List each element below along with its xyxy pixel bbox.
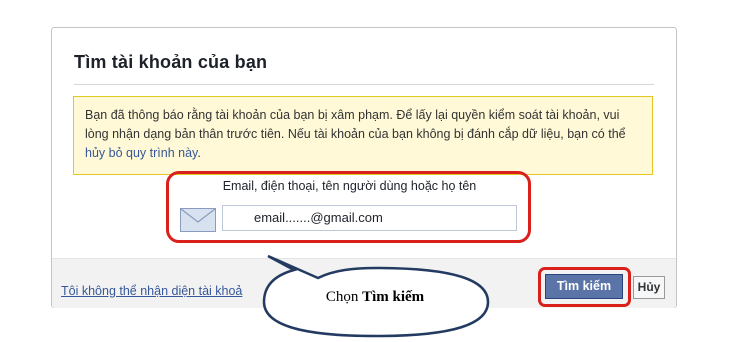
title-divider: [74, 84, 654, 85]
notice-box: Bạn đã thông báo rằng tài khoản của bạn …: [73, 96, 653, 175]
notice-end: .: [197, 146, 201, 160]
cancel-button[interactable]: Hủy: [633, 276, 665, 299]
notice-text: Bạn đã thông báo rằng tài khoản của bạn …: [85, 108, 626, 141]
search-button[interactable]: Tìm kiếm: [545, 274, 623, 299]
cant-identify-account-link[interactable]: Tôi không thể nhận diện tài khoả: [61, 284, 242, 298]
callout-bold: Tìm kiếm: [362, 289, 425, 305]
dialog-title: Tìm tài khoản của bạn: [74, 52, 268, 72]
callout-text: Chọn Tìm kiếm: [285, 289, 465, 306]
callout-prefix: Chọn: [325, 289, 363, 305]
cancel-process-link[interactable]: hủy bỏ quy trình này: [85, 146, 197, 160]
input-highlight-box: [166, 171, 531, 243]
